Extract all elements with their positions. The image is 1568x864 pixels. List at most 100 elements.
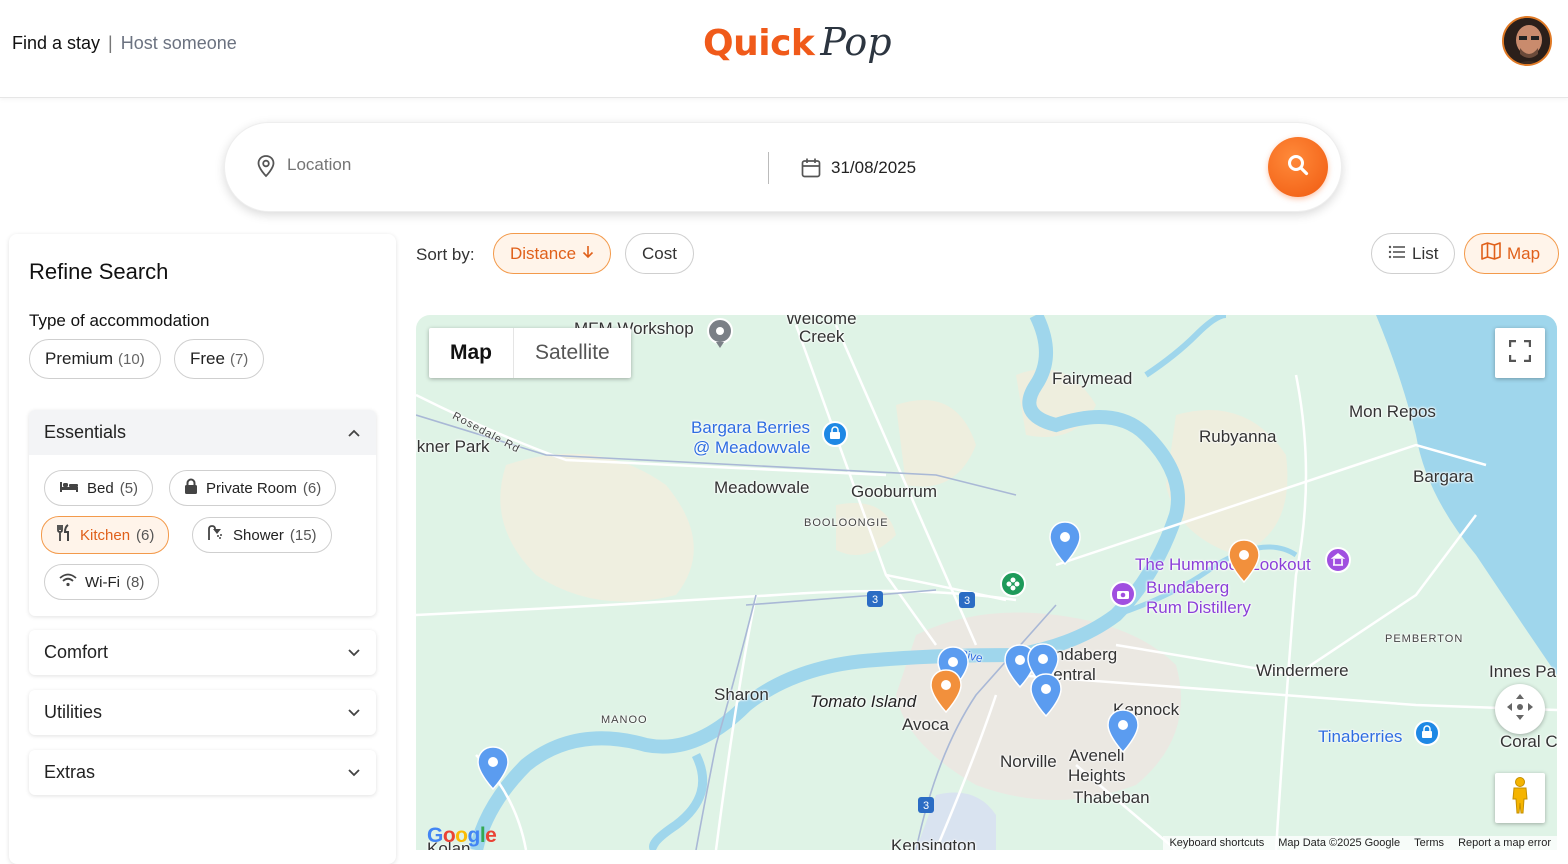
place-label: Fairymead bbox=[1052, 369, 1133, 388]
comfort-header[interactable]: Comfort bbox=[29, 630, 376, 675]
arrow-down-icon bbox=[582, 244, 594, 264]
place-label: lkner Park bbox=[416, 437, 490, 456]
refine-search-title: Refine Search bbox=[29, 259, 169, 284]
place-label: Thabeban bbox=[1073, 788, 1150, 807]
place-label: The Hummock Lookout bbox=[1135, 555, 1311, 574]
logo[interactable]: Quick Pop bbox=[703, 20, 892, 72]
utensils-icon bbox=[56, 524, 72, 546]
lock-icon bbox=[184, 478, 198, 499]
sort-distance-label: Distance bbox=[510, 243, 577, 263]
type-chip-count: (7) bbox=[229, 350, 249, 368]
place-label: Tomato Island bbox=[810, 692, 917, 711]
place-label: Mon Repos bbox=[1349, 402, 1436, 421]
type-chip-count: (10) bbox=[118, 350, 145, 368]
wifi-icon bbox=[59, 573, 77, 591]
refine-search-panel: Refine Search Type of accommodation Prem… bbox=[9, 234, 396, 864]
filter-shower[interactable]: Shower (15) bbox=[192, 517, 332, 553]
filter-bed[interactable]: Bed (5) bbox=[44, 470, 154, 506]
section-label: Extras bbox=[44, 762, 96, 782]
listing-pin-blue[interactable] bbox=[1048, 520, 1082, 571]
poi-grey-icon[interactable] bbox=[706, 318, 734, 355]
chevron-down-icon bbox=[347, 762, 361, 783]
place-label: Bargara Berries bbox=[691, 418, 811, 437]
poi-park-icon[interactable] bbox=[999, 571, 1027, 608]
map-view-button[interactable]: Map bbox=[1464, 233, 1559, 274]
search-divider bbox=[768, 152, 769, 184]
place-label: Bundaberg bbox=[1146, 578, 1230, 597]
sort-cost-label: Cost bbox=[642, 243, 677, 263]
place-label: Bargara bbox=[1413, 467, 1474, 486]
location-input[interactable] bbox=[287, 155, 727, 175]
report-error-link[interactable]: Report a map error bbox=[1458, 836, 1551, 850]
nav-separator: | bbox=[108, 33, 113, 53]
listing-pin-blue[interactable] bbox=[476, 745, 510, 796]
filter-label: Bed bbox=[87, 479, 114, 497]
poi-shopping-icon[interactable] bbox=[1413, 720, 1441, 757]
logo-pop: Pop bbox=[820, 20, 892, 64]
keyboard-shortcuts-link[interactable]: Keyboard shortcuts bbox=[1169, 836, 1264, 850]
filter-label: Kitchen bbox=[80, 526, 131, 544]
svg-text:3: 3 bbox=[923, 800, 929, 812]
filter-count: (5) bbox=[119, 479, 139, 497]
map-type-satellite-button[interactable]: Satellite bbox=[514, 328, 631, 378]
listing-pin-orange[interactable] bbox=[1227, 538, 1261, 589]
filter-label: Private Room bbox=[206, 479, 297, 497]
essentials-header[interactable]: Essentials bbox=[29, 410, 376, 455]
sort-cost-button[interactable]: Cost bbox=[625, 233, 694, 274]
section-label: Essentials bbox=[44, 422, 127, 442]
type-chip-premium[interactable]: Premium (10) bbox=[29, 339, 161, 379]
camera-control-button[interactable] bbox=[1495, 684, 1545, 734]
place-label: Rum Distillery bbox=[1146, 598, 1251, 617]
svg-text:3: 3 bbox=[872, 594, 878, 606]
place-label: Kensington bbox=[891, 836, 977, 850]
map-type-map-button[interactable]: Map bbox=[429, 328, 514, 378]
map-data-text: Map Data ©2025 Google bbox=[1278, 837, 1401, 849]
filter-count: (8) bbox=[125, 573, 145, 591]
filter-private-room[interactable]: Private Room (6) bbox=[169, 470, 337, 506]
nav-find-a-stay[interactable]: Find a stay bbox=[12, 33, 100, 54]
place-label: Creek bbox=[799, 327, 845, 346]
location-pin-icon bbox=[255, 154, 277, 183]
sort-distance-button[interactable]: Distance bbox=[493, 233, 612, 274]
svg-text:3: 3 bbox=[964, 595, 970, 607]
pegman-icon bbox=[1509, 776, 1531, 820]
type-chip-free[interactable]: Free (7) bbox=[174, 339, 265, 379]
search-icon bbox=[1286, 153, 1310, 182]
list-icon bbox=[1388, 244, 1406, 264]
map-icon bbox=[1481, 242, 1501, 265]
sort-by-label: Sort by: bbox=[416, 245, 475, 264]
date-field[interactable]: 31/08/2025 bbox=[831, 158, 916, 178]
type-chip-label: Free bbox=[190, 349, 225, 368]
top-nav: Find a stay | Host someone bbox=[12, 33, 237, 54]
search-button[interactable] bbox=[1268, 137, 1328, 197]
place-label: BOOLOONGIE bbox=[804, 517, 889, 529]
filter-wifi[interactable]: Wi-Fi (8) bbox=[44, 564, 160, 600]
place-label: Gooburrum bbox=[851, 482, 937, 501]
terms-link[interactable]: Terms bbox=[1414, 836, 1444, 850]
avatar[interactable] bbox=[1502, 16, 1552, 66]
filter-count: (6) bbox=[302, 479, 322, 497]
filter-kitchen[interactable]: Kitchen (6) bbox=[41, 516, 170, 554]
extras-header[interactable]: Extras bbox=[29, 750, 376, 795]
section-label: Comfort bbox=[44, 642, 109, 662]
listing-pin-orange[interactable] bbox=[929, 668, 963, 719]
utilities-header[interactable]: Utilities bbox=[29, 690, 376, 735]
list-view-button[interactable]: List bbox=[1371, 233, 1456, 274]
calendar-icon bbox=[800, 157, 822, 184]
poi-camera-icon[interactable] bbox=[1109, 581, 1137, 618]
place-label: Rubyanna bbox=[1199, 427, 1277, 446]
nav-host-someone[interactable]: Host someone bbox=[121, 33, 237, 54]
map-base: 3 3 3 bbox=[416, 315, 1557, 850]
chevron-up-icon bbox=[347, 422, 361, 443]
poi-shopping-icon[interactable] bbox=[821, 421, 849, 458]
place-label: Coral C bbox=[1500, 732, 1557, 751]
map-view[interactable]: 3 3 3 Welcome Creek MFM Workshop Fairyme… bbox=[416, 315, 1557, 850]
map-type-control: Map Satellite bbox=[429, 328, 631, 378]
filter-count: (6) bbox=[136, 526, 155, 544]
street-view-button[interactable] bbox=[1495, 773, 1545, 823]
fullscreen-button[interactable] bbox=[1495, 328, 1545, 378]
listing-pin-blue[interactable] bbox=[1106, 708, 1140, 759]
poi-landmark-icon[interactable] bbox=[1324, 547, 1352, 584]
listing-pin-blue[interactable] bbox=[1029, 672, 1063, 723]
header: Find a stay | Host someone Quick Pop bbox=[0, 0, 1568, 98]
